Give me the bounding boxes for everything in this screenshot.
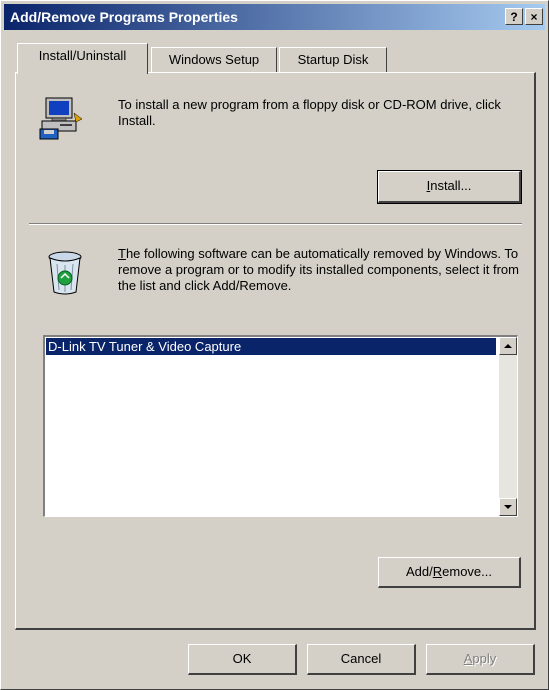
tab-label: Windows Setup bbox=[168, 52, 260, 67]
close-icon: × bbox=[530, 10, 538, 24]
title-bar[interactable]: Add/Remove Programs Properties ? × bbox=[4, 4, 545, 30]
close-button[interactable]: × bbox=[525, 8, 543, 25]
ok-button-label: OK bbox=[232, 651, 252, 666]
list-item[interactable]: D-Link TV Tuner & Video Capture bbox=[46, 338, 496, 355]
add-remove-mnemonic: R bbox=[432, 564, 443, 579]
help-icon: ? bbox=[510, 10, 518, 24]
tab-panel: To install a new program from a floppy d… bbox=[15, 72, 536, 630]
tab-label: Install/Uninstall bbox=[38, 48, 127, 63]
ok-button[interactable]: OK bbox=[188, 644, 297, 675]
tab-startup-disk[interactable]: Startup Disk bbox=[279, 47, 387, 74]
install-button-label: nstall... bbox=[430, 178, 472, 193]
dialog-window: Add/Remove Programs Properties ? × Insta… bbox=[0, 0, 549, 690]
cancel-button-label: Cancel bbox=[340, 651, 382, 666]
arrow-down-icon bbox=[504, 505, 512, 509]
scroll-down-button[interactable] bbox=[499, 498, 517, 516]
program-list[interactable]: D-Link TV Tuner & Video Capture bbox=[43, 335, 518, 517]
arrow-up-icon bbox=[504, 344, 512, 348]
add-remove-prefix: Add/ bbox=[406, 564, 433, 579]
install-instructions: To install a new program from a floppy d… bbox=[118, 97, 501, 128]
apply-button[interactable]: Apply bbox=[426, 644, 535, 675]
remove-instructions: The following software can be automatica… bbox=[118, 246, 523, 294]
cancel-button[interactable]: Cancel bbox=[307, 644, 416, 675]
section-divider bbox=[29, 223, 522, 225]
install-button[interactable]: Install... bbox=[377, 170, 522, 204]
help-button[interactable]: ? bbox=[505, 8, 523, 25]
tab-install-uninstall[interactable]: Install/Uninstall bbox=[17, 43, 148, 74]
vertical-scrollbar[interactable] bbox=[499, 337, 517, 516]
scroll-up-button[interactable] bbox=[499, 337, 517, 355]
remove-instructions-mnemonic: T bbox=[118, 246, 126, 261]
recycle-bin-icon bbox=[45, 250, 85, 299]
computer-with-disk-icon bbox=[38, 95, 84, 144]
tab-windows-setup[interactable]: Windows Setup bbox=[151, 47, 277, 74]
apply-button-label: pply bbox=[472, 651, 497, 666]
tab-label: Startup Disk bbox=[297, 52, 369, 67]
remove-instructions-text: he following software can be automatical… bbox=[118, 246, 519, 293]
add-remove-button[interactable]: Add/Remove... bbox=[378, 557, 521, 588]
add-remove-suffix: emove... bbox=[442, 564, 492, 579]
window-title: Add/Remove Programs Properties bbox=[10, 9, 238, 25]
